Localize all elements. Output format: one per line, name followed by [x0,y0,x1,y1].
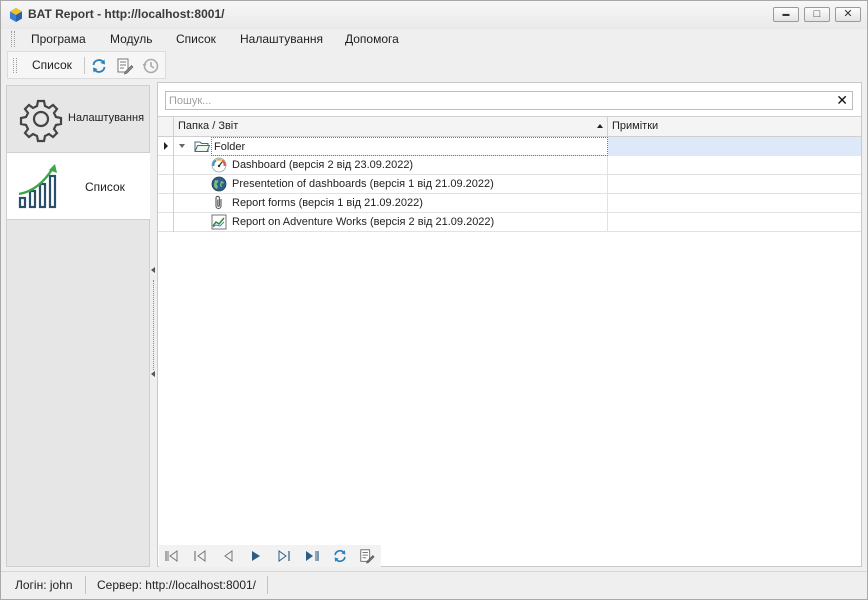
search-box: ✕ [165,91,853,110]
paperclip-icon [215,195,222,210]
first-page-icon[interactable] [164,549,180,563]
report-name: Presentetion of dashboards (версія 1 від… [229,175,608,194]
chart-growth-icon [18,164,57,209]
column-header-notes[interactable]: Примітки [608,117,861,136]
row-indicator [158,175,174,194]
last-page-icon[interactable] [304,549,320,563]
maximize-icon: □ [813,8,821,20]
bat-report-logo-icon [10,8,22,22]
menu-program[interactable]: Програма [31,32,86,46]
window-title: BAT Report - http://localhost:8001/ [28,7,225,21]
menu-bar: Програма Модуль Список Налаштування Допо… [8,29,863,49]
close-button[interactable]: ✕ [835,7,861,22]
line-chart-icon [211,214,227,230]
navigator-edit-icon[interactable] [359,548,375,564]
folder-notes[interactable] [608,137,861,156]
column-header-folder-report-label: Папка / Звіт [178,120,239,132]
toolbar-grip[interactable] [13,58,17,73]
row-indicator [158,137,174,156]
splitter-grip[interactable] [153,280,154,370]
menu-grip[interactable] [11,31,15,47]
navigation-panel: Налаштування Список [6,85,150,567]
gear-icon [19,99,63,143]
prev-page-icon[interactable] [192,549,208,563]
dashboard-gauge-icon [211,157,227,173]
menu-help[interactable]: Допомога [345,32,399,46]
folder-open-icon [194,141,210,152]
menu-list[interactable]: Список [176,32,216,46]
status-separator [267,576,268,594]
navigator-refresh-icon[interactable] [332,548,348,564]
report-notes[interactable] [608,213,861,232]
report-list-panel: ✕ Папка / Звіт Примітки [157,82,862,567]
list-toolbar: Список [7,51,166,79]
prev-record-icon[interactable] [220,549,236,563]
status-login: Логін: john [15,578,73,592]
status-separator [85,576,86,594]
sort-ascending-icon [597,124,603,128]
globe-icon [211,176,227,192]
collapse-folder-icon[interactable] [179,144,185,148]
status-bar: Логін: john Сервер: http://localhost:800… [1,571,867,599]
status-server: Сервер: http://localhost:8001/ [97,578,257,592]
minimize-icon: ▬ [782,11,790,18]
next-page-icon[interactable] [276,549,292,563]
refresh-icon[interactable] [90,57,108,75]
header-indicator [158,117,174,136]
table-row[interactable]: Report forms (версія 1 від 21.09.2022) [158,194,861,213]
maximize-button[interactable]: □ [804,7,830,22]
edit-report-icon[interactable] [116,57,134,75]
minimize-button[interactable]: ▬ [773,7,799,22]
table-row-folder[interactable]: Folder [158,137,861,156]
current-row-indicator-icon [164,142,168,150]
report-name: Report on Adventure Works (версія 2 від … [229,213,608,232]
grid-header: Папка / Звіт Примітки [158,117,861,137]
report-name: Dashboard (версія 2 від 23.09.2022) [229,156,608,175]
next-record-icon[interactable] [248,549,264,563]
data-navigator [159,545,381,567]
nav-item-list[interactable]: Список [7,153,150,220]
nav-label-list: Список [85,180,125,194]
nav-label-settings: Налаштування [68,112,145,124]
history-icon[interactable] [142,57,160,75]
title-bar: BAT Report - http://localhost:8001/ ▬ □ … [1,1,867,29]
clear-search-icon[interactable]: ✕ [836,92,848,109]
report-notes[interactable] [608,156,861,175]
report-name: Report forms (версія 1 від 21.09.2022) [229,194,608,213]
nav-item-settings[interactable]: Налаштування [7,86,149,153]
table-row[interactable]: Presentetion of dashboards (версія 1 від… [158,175,861,194]
report-notes[interactable] [608,194,861,213]
report-notes[interactable] [608,175,861,194]
toolbar-separator [84,57,85,74]
splitter-expand-icon[interactable] [151,371,155,377]
column-header-notes-label: Примітки [612,120,659,132]
row-indicator [158,194,174,213]
report-tree-grid: Папка / Звіт Примітки Folder Dashboard (… [158,116,861,546]
folder-name: Folder [211,137,608,156]
table-row[interactable]: Dashboard (версія 2 від 23.09.2022) [158,156,861,175]
row-indicator [158,213,174,232]
menu-module[interactable]: Модуль [110,32,153,46]
app-window: BAT Report - http://localhost:8001/ ▬ □ … [0,0,868,600]
splitter-collapse-icon[interactable] [151,267,155,273]
close-icon: ✕ [843,8,853,20]
row-indicator [158,156,174,175]
column-header-folder-report[interactable]: Папка / Звіт [174,117,608,136]
search-input[interactable] [166,92,826,109]
table-row[interactable]: Report on Adventure Works (версія 2 від … [158,213,861,232]
panel-splitter[interactable] [150,85,157,567]
menu-settings[interactable]: Налаштування [240,32,323,46]
toolbar-title: Список [32,58,72,72]
